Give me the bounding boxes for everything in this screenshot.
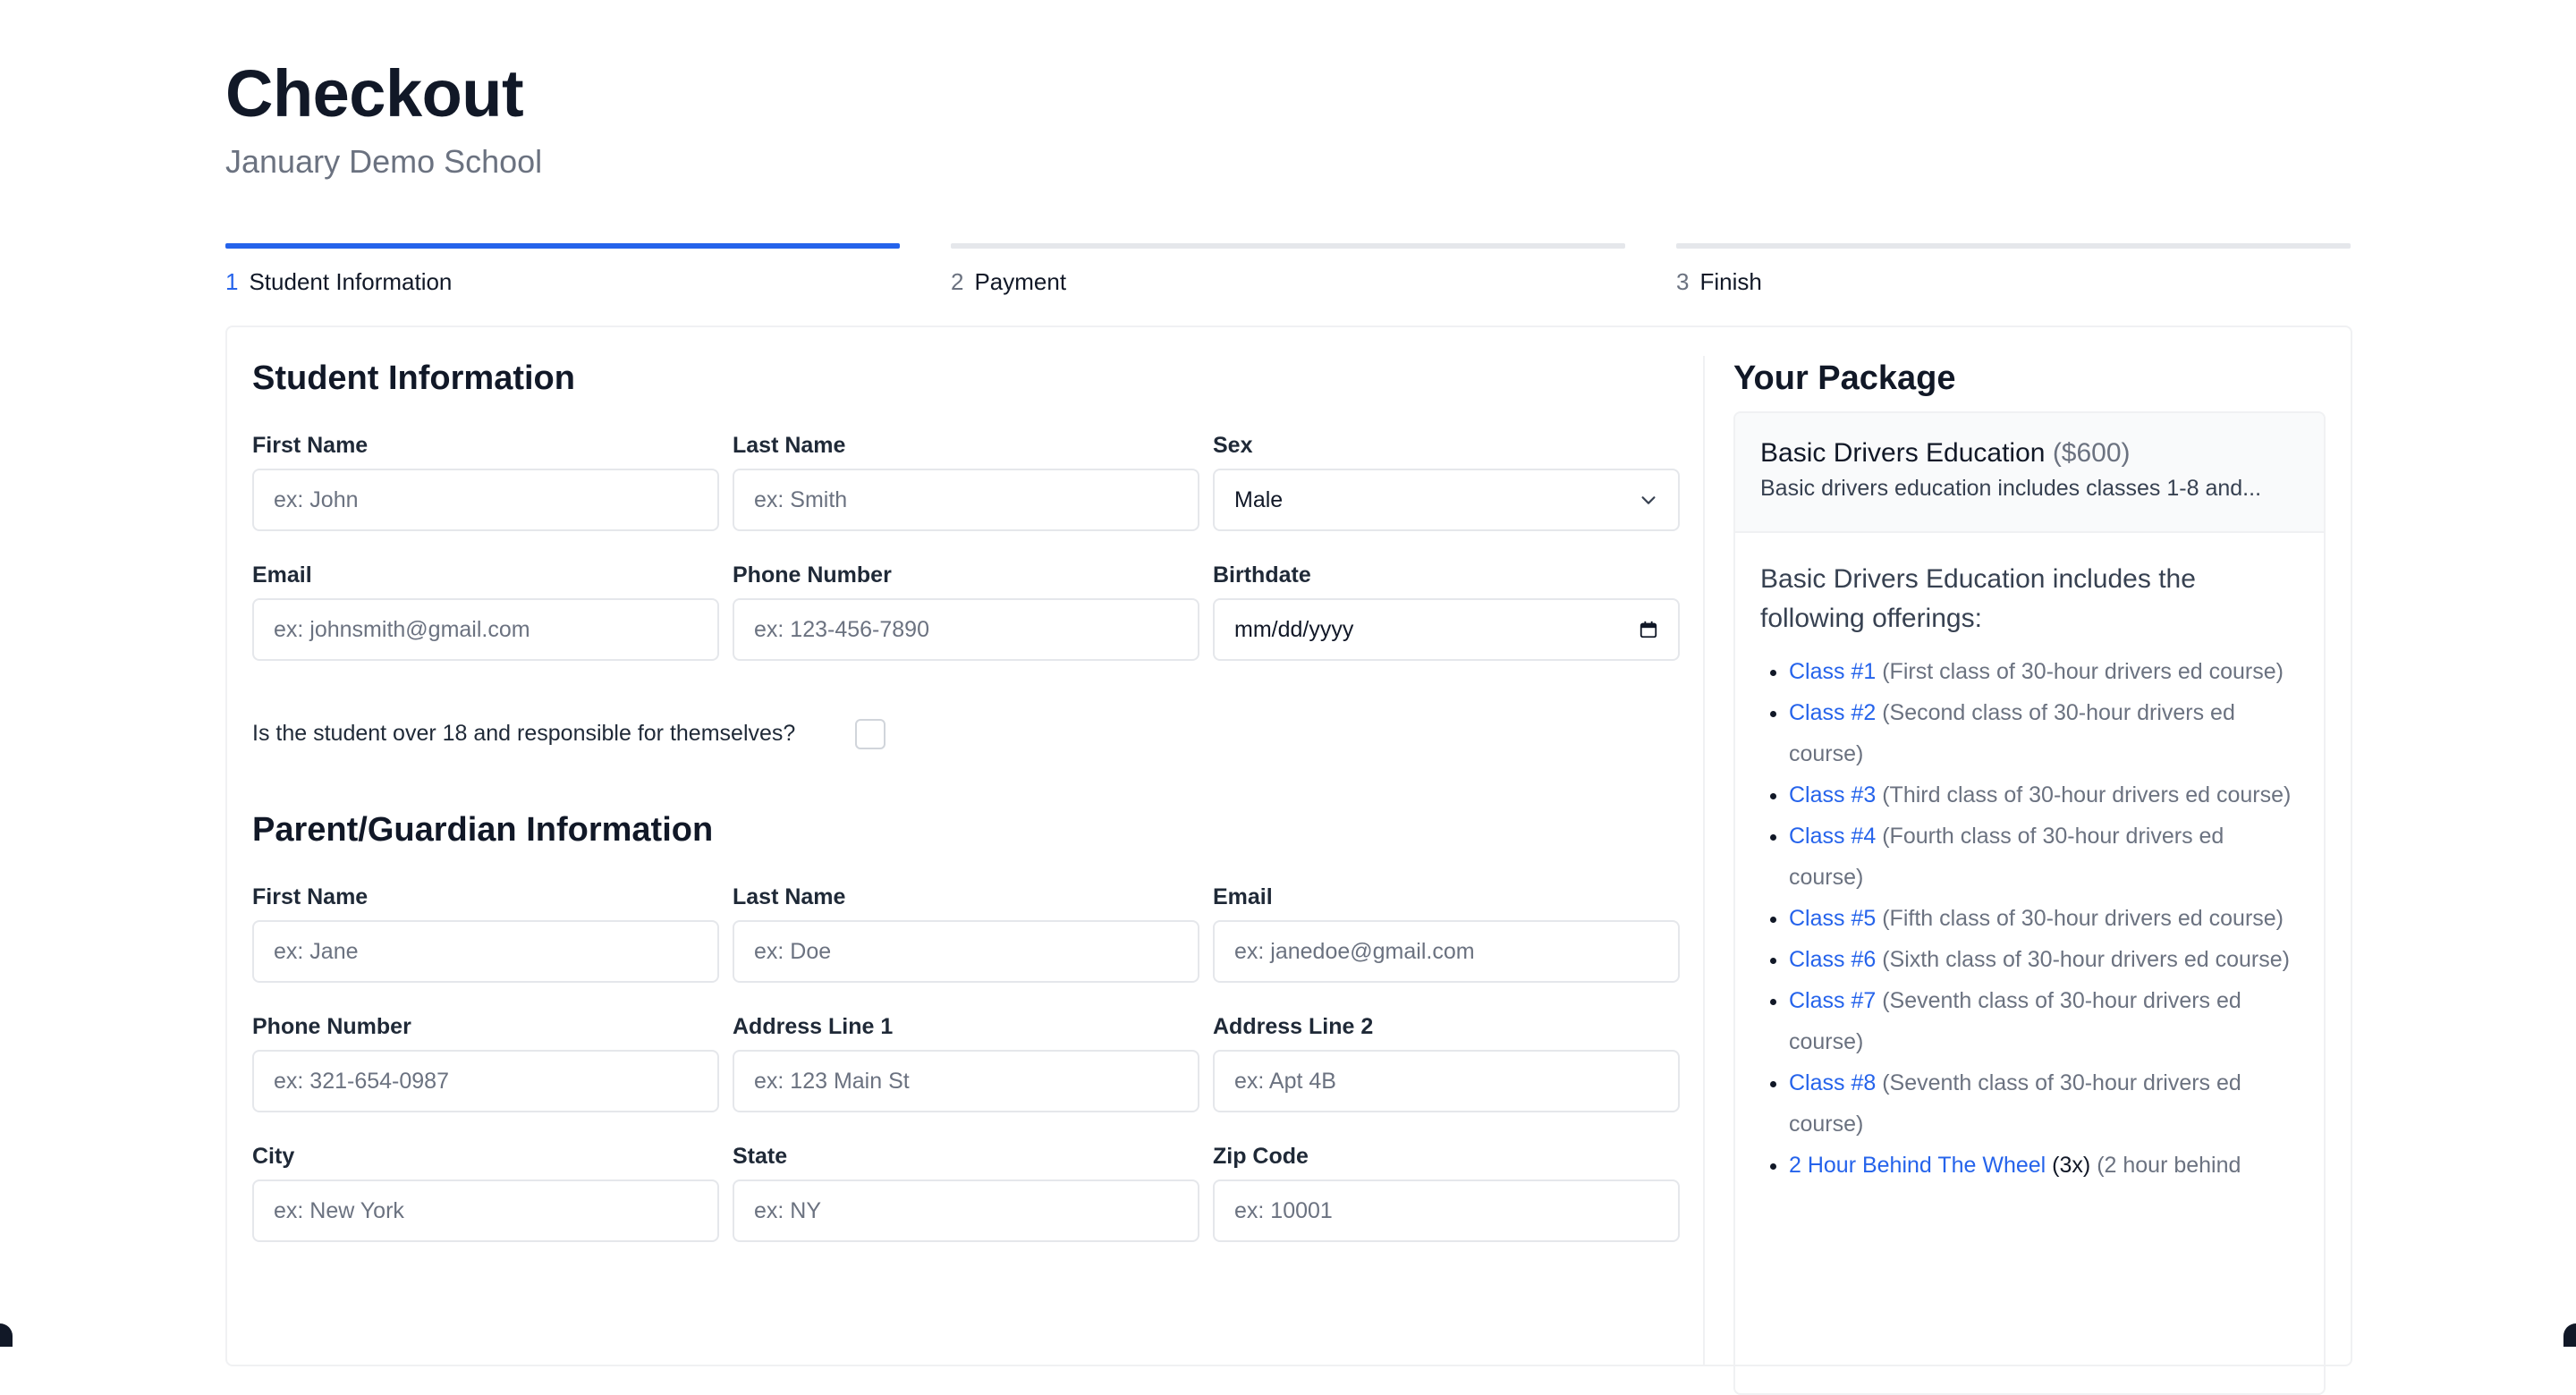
package-heading: Your Package bbox=[1733, 359, 1956, 397]
page-subtitle: January Demo School bbox=[225, 143, 543, 180]
offering-link[interactable]: Class #4 bbox=[1789, 824, 1876, 849]
offering-link[interactable]: Class #1 bbox=[1789, 659, 1876, 684]
package-details: Basic Drivers Education includes the fol… bbox=[1735, 533, 2324, 1186]
offering-link[interactable]: Class #3 bbox=[1789, 782, 1876, 807]
offerings-list: Class #1 (First class of 30-hour drivers… bbox=[1760, 651, 2299, 1186]
offering-desc: (2 hour behind bbox=[2097, 1153, 2241, 1178]
zip-input[interactable] bbox=[1213, 1179, 1680, 1242]
offering-link[interactable]: Class #6 bbox=[1789, 947, 1876, 972]
student-info-heading: Student Information bbox=[252, 359, 575, 397]
list-item: Class #1 (First class of 30-hour drivers… bbox=[1789, 651, 2299, 692]
student-first-name-label: First Name bbox=[252, 433, 369, 458]
calendar-icon[interactable] bbox=[1639, 620, 1658, 639]
step-label: Finish bbox=[1699, 268, 1762, 295]
guardian-email-label: Email bbox=[1213, 884, 1273, 909]
state-input[interactable] bbox=[733, 1179, 1199, 1242]
offering-link[interactable]: Class #7 bbox=[1789, 988, 1876, 1013]
list-item: Class #5 (Fifth class of 30-hour drivers… bbox=[1789, 898, 2299, 939]
offering-desc: (Sixth class of 30-hour drivers ed cours… bbox=[1882, 947, 2290, 972]
list-item: Class #4 (Fourth class of 30-hour driver… bbox=[1789, 816, 2299, 898]
offering-link[interactable]: Class #5 bbox=[1789, 906, 1876, 931]
offering-link[interactable]: Class #8 bbox=[1789, 1070, 1876, 1095]
birthdate-label: Birthdate bbox=[1213, 562, 1311, 588]
step-label: Student Information bbox=[249, 268, 453, 295]
student-first-name-input[interactable] bbox=[252, 469, 719, 531]
offering-desc: (First class of 30-hour drivers ed cours… bbox=[1882, 659, 2284, 684]
step-progress-bar bbox=[951, 243, 1625, 249]
address-line1-label: Address Line 1 bbox=[733, 1014, 894, 1039]
guardian-email-input[interactable] bbox=[1213, 920, 1680, 983]
address-line2-input[interactable] bbox=[1213, 1050, 1680, 1112]
chevron-down-icon bbox=[1641, 496, 1656, 504]
step-student-information[interactable]: 1 Student Information bbox=[225, 243, 900, 296]
list-item: Class #8 (Seventh class of 30-hour drive… bbox=[1789, 1062, 2299, 1145]
window-corner-left bbox=[0, 1323, 13, 1347]
step-number: 2 bbox=[951, 268, 964, 295]
sex-label: Sex bbox=[1213, 433, 1253, 458]
state-label: State bbox=[733, 1144, 788, 1169]
guardian-phone-input[interactable] bbox=[252, 1050, 719, 1112]
student-last-name-label: Last Name bbox=[733, 433, 846, 458]
column-divider bbox=[1703, 356, 1705, 1366]
guardian-phone-label: Phone Number bbox=[252, 1014, 411, 1039]
package-price: ($600) bbox=[2052, 438, 2131, 468]
step-number: 1 bbox=[225, 268, 239, 295]
step-number: 3 bbox=[1676, 268, 1690, 295]
checkout-card: Student Information First Name Last Name… bbox=[225, 326, 2352, 1395]
guardian-last-name-input[interactable] bbox=[733, 920, 1199, 983]
offering-desc: (Third class of 30-hour drivers ed cours… bbox=[1882, 782, 2292, 807]
offering-link[interactable]: 2 Hour Behind The Wheel bbox=[1789, 1153, 2046, 1178]
step-label: Payment bbox=[974, 268, 1067, 295]
offering-desc: (Fifth class of 30-hour drivers ed cours… bbox=[1882, 906, 2284, 931]
checkout-steps: 1 Student Information 2 Payment 3 Finish bbox=[225, 243, 2351, 297]
adult-question-label: Is the student over 18 and responsible f… bbox=[252, 721, 796, 746]
city-input[interactable] bbox=[252, 1179, 719, 1242]
student-phone-label: Phone Number bbox=[733, 562, 892, 588]
sex-select[interactable]: Male bbox=[1213, 469, 1680, 531]
step-payment[interactable]: 2 Payment bbox=[951, 243, 1625, 296]
student-phone-input[interactable] bbox=[733, 598, 1199, 661]
student-email-label: Email bbox=[252, 562, 312, 588]
package-description: Basic drivers education includes classes… bbox=[1760, 476, 2262, 501]
guardian-first-name-label: First Name bbox=[252, 884, 369, 909]
list-item: 2 Hour Behind The Wheel (3x) (2 hour beh… bbox=[1789, 1145, 2299, 1186]
adult-checkbox[interactable] bbox=[855, 719, 886, 749]
window-corner-right bbox=[2563, 1323, 2576, 1347]
step-progress-bar bbox=[225, 243, 900, 249]
package-name: Basic Drivers Education bbox=[1760, 438, 2046, 468]
city-label: City bbox=[252, 1144, 295, 1169]
list-item: Class #3 (Third class of 30-hour drivers… bbox=[1789, 774, 2299, 816]
list-item: Class #6 (Sixth class of 30-hour drivers… bbox=[1789, 939, 2299, 980]
zip-label: Zip Code bbox=[1213, 1144, 1309, 1169]
package-card: Basic Drivers Education ($600) Basic dri… bbox=[1733, 411, 2326, 1395]
address-line1-input[interactable] bbox=[733, 1050, 1199, 1112]
package-intro: Basic Drivers Education includes the fol… bbox=[1760, 564, 2196, 633]
offering-link[interactable]: Class #2 bbox=[1789, 700, 1876, 725]
list-item: Class #2 (Second class of 30-hour driver… bbox=[1789, 692, 2299, 774]
guardian-info-heading: Parent/Guardian Information bbox=[252, 811, 714, 849]
guardian-last-name-label: Last Name bbox=[733, 884, 846, 909]
step-finish[interactable]: 3 Finish bbox=[1676, 243, 2351, 296]
student-email-input[interactable] bbox=[252, 598, 719, 661]
student-last-name-input[interactable] bbox=[733, 469, 1199, 531]
guardian-first-name-input[interactable] bbox=[252, 920, 719, 983]
step-progress-bar bbox=[1676, 243, 2351, 249]
offering-qty: (3x) bbox=[2052, 1153, 2091, 1178]
birthdate-value: mm/dd/yyyy bbox=[1234, 616, 1354, 642]
list-item: Class #7 (Seventh class of 30-hour drive… bbox=[1789, 980, 2299, 1062]
birthdate-input[interactable]: mm/dd/yyyy bbox=[1213, 598, 1680, 661]
address-line2-label: Address Line 2 bbox=[1213, 1014, 1374, 1039]
package-summary[interactable]: Basic Drivers Education ($600) Basic dri… bbox=[1735, 413, 2324, 533]
sex-select-value: Male bbox=[1234, 486, 1284, 512]
page-title: Checkout bbox=[225, 56, 524, 131]
